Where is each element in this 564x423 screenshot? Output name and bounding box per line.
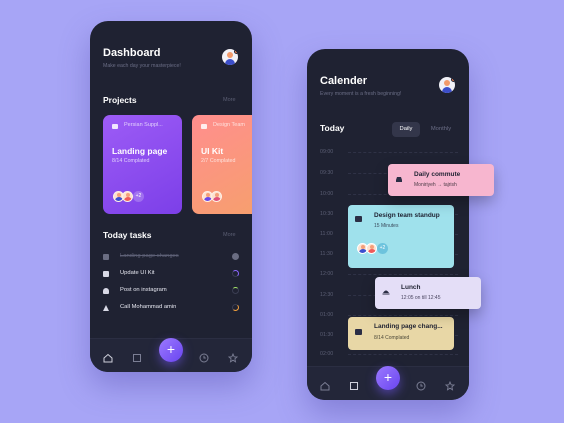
avatar[interactable] bbox=[222, 49, 238, 65]
project-tag: Design Team bbox=[213, 122, 245, 128]
event-lunch[interactable]: Lunch 12:05 on till 12:45 bbox=[375, 277, 481, 309]
check-icon[interactable] bbox=[232, 253, 239, 260]
member-avatar bbox=[211, 191, 222, 202]
add-button[interactable]: + bbox=[159, 338, 183, 362]
member-avatar bbox=[366, 243, 377, 254]
briefcase-icon bbox=[355, 216, 362, 222]
time-label: 09:30 bbox=[320, 170, 334, 176]
time-label: 01:30 bbox=[320, 332, 334, 338]
star-icon[interactable] bbox=[228, 353, 238, 363]
project-card-ui-kit[interactable]: Design Team UI Kit 2/7 Complated bbox=[192, 115, 252, 214]
briefcase-icon bbox=[103, 271, 109, 277]
briefcase-icon bbox=[355, 329, 362, 335]
event-title: Landing page chang... bbox=[374, 323, 443, 330]
page-subtitle: Make each day your masterpiece! bbox=[103, 63, 181, 69]
tab-daily[interactable]: Daily bbox=[392, 122, 420, 137]
task-item[interactable]: Landing page changes bbox=[103, 251, 239, 263]
avatar[interactable] bbox=[439, 77, 455, 93]
page-title: Dashboard bbox=[103, 47, 161, 59]
time-divider bbox=[348, 354, 458, 355]
event-design-team-standup[interactable]: Design team standup 15 Minutes +2 bbox=[348, 205, 454, 268]
time-label: 10:30 bbox=[320, 211, 334, 217]
event-subtitle: 15 Minutes bbox=[374, 223, 399, 229]
time-label: 12:30 bbox=[320, 292, 334, 298]
time-label: 11:30 bbox=[320, 251, 333, 257]
projects-heading: Projects bbox=[103, 95, 137, 105]
briefcase-icon bbox=[112, 124, 118, 129]
calendar-screen: Calender Every moment is a fresh beginni… bbox=[307, 49, 469, 400]
time-label: 11:00 bbox=[320, 231, 333, 237]
project-title: UI Kit bbox=[201, 146, 224, 156]
more-members-badge: +2 bbox=[377, 243, 388, 254]
task-item[interactable]: Call Mohammad amin bbox=[103, 302, 239, 314]
member-avatar bbox=[122, 191, 133, 202]
progress-ring bbox=[232, 287, 239, 294]
event-subtitle: 8/14 Complated bbox=[374, 335, 410, 341]
task-item[interactable]: Update UI Kit bbox=[103, 268, 239, 280]
task-item[interactable]: Post on instagram bbox=[103, 285, 239, 297]
tab-bar: + bbox=[307, 366, 469, 400]
food-icon bbox=[382, 290, 390, 295]
event-subtitle: 12:05 on till 12:45 bbox=[401, 295, 441, 301]
more-members-badge: +2 bbox=[133, 191, 144, 202]
event-landing-page-changes[interactable]: Landing page chang... 8/14 Complated bbox=[348, 317, 454, 350]
grid-icon[interactable] bbox=[349, 381, 359, 391]
home-icon bbox=[103, 305, 109, 311]
project-tag: Persian Suppl... bbox=[124, 122, 163, 128]
task-label: Landing page changes bbox=[120, 253, 179, 259]
home-icon[interactable] bbox=[320, 381, 330, 391]
time-divider bbox=[348, 315, 458, 316]
car-icon bbox=[396, 177, 402, 182]
tab-bar: + bbox=[90, 338, 252, 372]
time-label: 12:00 bbox=[320, 271, 334, 277]
home-icon[interactable] bbox=[103, 353, 113, 363]
briefcase-icon bbox=[103, 254, 109, 260]
clock-icon[interactable] bbox=[199, 353, 209, 363]
project-title: Landing page bbox=[112, 146, 168, 156]
progress-ring bbox=[232, 304, 239, 311]
dashboard-screen: Dashboard Make each day your masterpiece… bbox=[90, 21, 252, 372]
project-progress: 2/7 Complated bbox=[201, 158, 236, 164]
task-label: Update UI Kit bbox=[120, 270, 155, 276]
time-label: 02:00 bbox=[320, 351, 334, 357]
event-title: Lunch bbox=[401, 284, 421, 291]
task-label: Post on instagram bbox=[120, 287, 167, 293]
event-subtitle: Moniriyeh → tajrish bbox=[414, 182, 457, 188]
event-daily-commute[interactable]: Daily commute Moniriyeh → tajrish bbox=[388, 164, 494, 196]
user-icon bbox=[103, 288, 109, 294]
view-switch: Daily Monthly bbox=[392, 122, 459, 137]
time-label: 09:00 bbox=[320, 149, 334, 155]
project-progress: 8/14 Complated bbox=[112, 158, 150, 164]
add-button[interactable]: + bbox=[376, 366, 400, 390]
time-label: 01:00 bbox=[320, 312, 334, 318]
time-divider bbox=[348, 152, 458, 153]
project-card-landing-page[interactable]: Persian Suppl... Landing page 8/14 Compl… bbox=[103, 115, 182, 214]
event-title: Daily commute bbox=[414, 171, 461, 178]
projects-more-link[interactable]: More bbox=[223, 97, 236, 103]
time-divider bbox=[348, 274, 458, 275]
page-subtitle: Every moment is a fresh beginning! bbox=[320, 91, 402, 97]
progress-ring bbox=[232, 270, 239, 277]
tasks-more-link[interactable]: More bbox=[223, 232, 236, 238]
clock-icon[interactable] bbox=[416, 381, 426, 391]
star-icon[interactable] bbox=[445, 381, 455, 391]
task-label: Call Mohammad amin bbox=[120, 304, 177, 310]
today-heading: Today bbox=[320, 123, 345, 133]
time-label: 10:00 bbox=[320, 191, 334, 197]
briefcase-icon bbox=[201, 124, 207, 129]
grid-icon[interactable] bbox=[132, 353, 142, 363]
page-title: Calender bbox=[320, 75, 368, 87]
event-title: Design team standup bbox=[374, 212, 440, 219]
tab-monthly[interactable]: Monthly bbox=[423, 122, 459, 137]
today-tasks-heading: Today tasks bbox=[103, 230, 152, 240]
